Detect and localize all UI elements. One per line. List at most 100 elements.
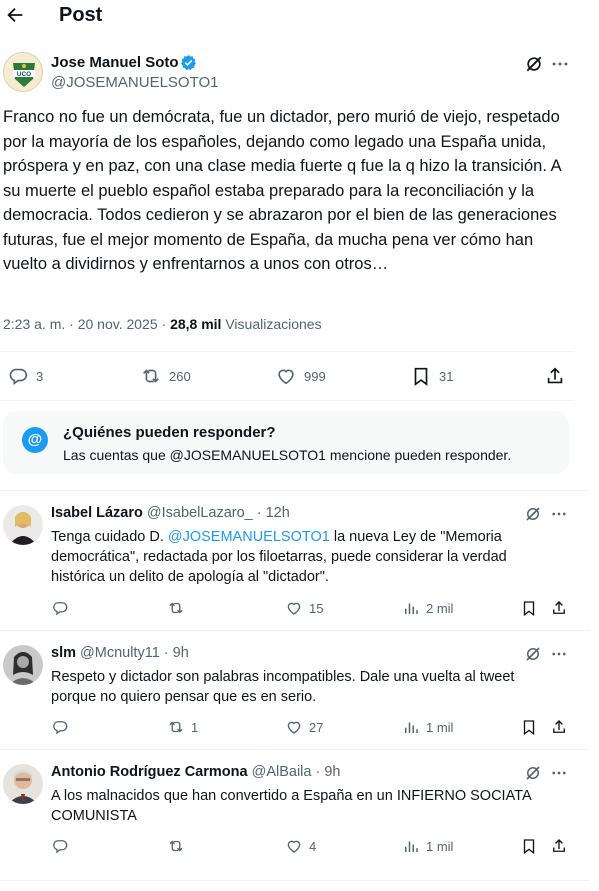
reply-button[interactable]: 3	[7, 363, 43, 389]
reply-avatar[interactable]	[3, 764, 43, 804]
like-button[interactable]: 15	[285, 598, 323, 618]
grok-icon[interactable]	[524, 645, 542, 663]
repost-button[interactable]: 260	[140, 363, 191, 389]
more-options-icon[interactable]	[550, 645, 568, 663]
post-meta: 2:23 a. m. · 20 nov. 2025 · 28,8 mil Vis…	[3, 316, 322, 332]
repost-count: 260	[169, 368, 191, 384]
grok-icon[interactable]	[524, 54, 544, 74]
page-title: Post	[59, 4, 103, 26]
repost-button[interactable]	[167, 598, 191, 618]
reply-author-name[interactable]: Antonio Rodríguez Carmona	[51, 764, 248, 780]
repost-button[interactable]: 1	[167, 717, 198, 737]
reply-button[interactable]	[51, 836, 75, 856]
views-count: 1 mil	[426, 719, 454, 735]
reply-text: Respeto y dictador son palabras incompat…	[51, 669, 515, 705]
views-button[interactable]: 2 mil	[402, 598, 453, 618]
arrow-left-icon[interactable]	[4, 4, 26, 26]
reply-button[interactable]	[51, 598, 75, 618]
reply-icon	[53, 602, 68, 616]
share-icon	[547, 367, 563, 384]
bookmark-count: 31	[439, 368, 454, 384]
reply-item[interactable]: slm @Mcnulty11 · 9h Respeto y dictador s…	[0, 631, 590, 749]
repost-icon	[169, 721, 183, 733]
like-count: 4	[309, 838, 317, 854]
analytics-icon	[405, 841, 418, 852]
reply-icon	[53, 721, 68, 735]
share-icon	[553, 839, 565, 852]
views-button[interactable]: 1 mil	[402, 836, 453, 856]
reply-text-part: Tenga cuidado D.	[51, 529, 168, 545]
reply-time[interactable]: 9h	[173, 645, 189, 661]
reply-icon	[9, 368, 27, 385]
share-icon	[553, 720, 565, 733]
author-name[interactable]: Jose Manuel Soto	[51, 54, 179, 71]
like-button[interactable]: 27	[285, 717, 323, 737]
heart-icon	[287, 840, 301, 853]
share-button[interactable]	[550, 598, 574, 618]
reply-author-name[interactable]: slm	[51, 645, 76, 661]
share-icon	[553, 601, 565, 614]
repost-icon	[169, 840, 183, 852]
like-button[interactable]: 999	[275, 363, 326, 389]
views-count: 2 mil	[426, 600, 454, 616]
like-count: 999	[304, 368, 326, 384]
divider	[0, 400, 573, 401]
reply-author-handle[interactable]: @IsabelLazaro_	[147, 505, 253, 521]
reply-item[interactable]: Antonio Rodríguez Carmona @AlBaila · 9h …	[0, 750, 590, 880]
author-avatar[interactable]: UCO	[3, 52, 43, 92]
reply-separator: ·	[311, 764, 325, 780]
post-timestamp[interactable]: 2:23 a. m. · 20 nov. 2025	[3, 316, 158, 332]
bookmark-icon	[523, 839, 535, 855]
reply-icon	[53, 840, 68, 854]
reply-button[interactable]	[51, 717, 75, 737]
more-options-icon[interactable]	[550, 764, 568, 782]
share-button[interactable]	[550, 717, 574, 737]
bookmark-button[interactable]	[520, 717, 544, 737]
reply-text: A los malnacidos que han convertido a Es…	[51, 788, 531, 824]
mention-icon: @	[22, 427, 48, 453]
like-button[interactable]: 4	[285, 836, 316, 856]
reply-restriction-title: ¿Quiénes pueden responder?	[63, 424, 276, 441]
reply-separator: ·	[159, 645, 173, 661]
mention-link[interactable]: @JOSEMANUELSOTO1	[168, 529, 330, 545]
reply-header: Isabel Lázaro @IsabelLazaro_ · 12h	[51, 505, 290, 521]
reply-time[interactable]: 9h	[324, 764, 340, 780]
analytics-icon	[405, 722, 418, 733]
reply-avatar[interactable]	[3, 645, 43, 685]
avatar-logo-text: UCO	[17, 71, 31, 78]
analytics-icon	[405, 603, 418, 614]
author-handle[interactable]: @JOSEMANUELSOTO1	[51, 74, 219, 91]
divider	[0, 880, 590, 881]
reply-time[interactable]: 12h	[266, 505, 290, 521]
bookmark-button[interactable]	[520, 598, 544, 618]
more-options-icon[interactable]	[550, 54, 570, 74]
heart-icon	[287, 602, 301, 615]
more-options-icon[interactable]	[550, 505, 568, 523]
reply-avatar[interactable]	[3, 505, 43, 545]
bookmark-button[interactable]	[520, 836, 544, 856]
reply-item[interactable]: Isabel Lázaro @IsabelLazaro_ · 12h Tenga…	[0, 491, 590, 630]
share-button[interactable]	[544, 363, 573, 389]
post-text: Franco no fue un demócrata, fue un dicta…	[3, 108, 561, 273]
bookmark-icon	[523, 601, 535, 617]
grok-icon[interactable]	[524, 764, 542, 782]
heart-icon	[278, 369, 294, 385]
divider	[0, 351, 573, 352]
views-label: Visualizaciones	[225, 316, 322, 332]
bookmark-icon	[414, 367, 428, 386]
reply-separator: ·	[252, 505, 266, 521]
bookmark-icon	[523, 720, 535, 736]
bookmark-button[interactable]: 31	[410, 363, 453, 389]
views-count: 1 mil	[426, 838, 454, 854]
repost-button[interactable]	[167, 836, 191, 856]
views-button[interactable]: 1 mil	[402, 717, 453, 737]
like-count: 27	[309, 719, 324, 735]
reply-author-handle[interactable]: @AlBaila	[252, 764, 312, 780]
top-bar: Post	[0, 0, 599, 34]
reply-header: slm @Mcnulty11 · 9h	[51, 645, 189, 661]
reply-author-name[interactable]: Isabel Lázaro	[51, 505, 143, 521]
reply-author-handle[interactable]: @Mcnulty11	[80, 645, 160, 661]
reply-text: Tenga cuidado D. @JOSEMANUELSOTO1 la nue…	[51, 527, 561, 587]
grok-icon[interactable]	[524, 505, 542, 523]
share-button[interactable]	[550, 836, 574, 856]
